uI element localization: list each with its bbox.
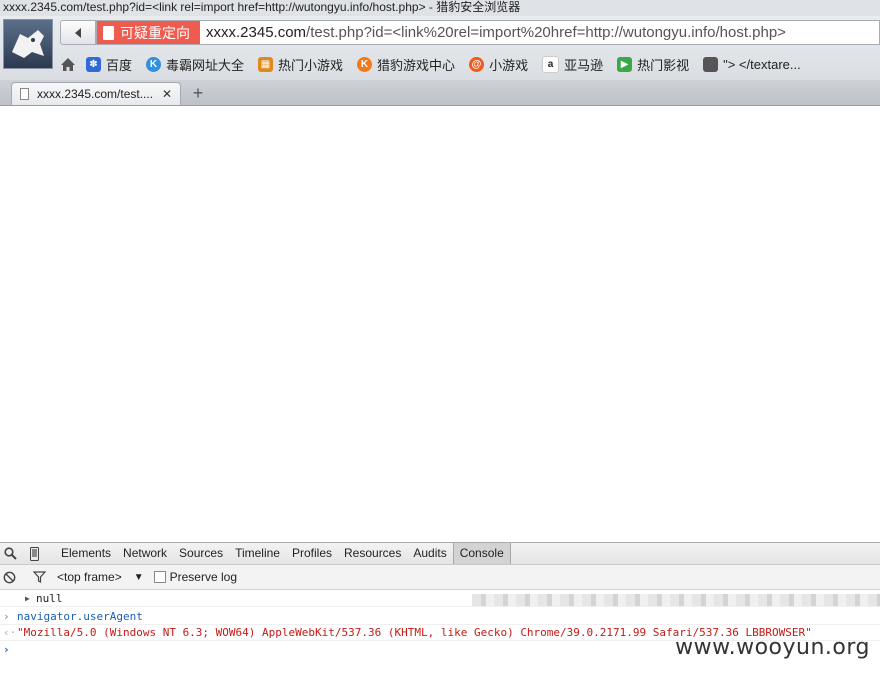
preserve-log-checkbox[interactable] [153, 571, 166, 583]
page-content [0, 106, 880, 542]
bookmark-item[interactable]: @ 小游戏 [469, 55, 528, 74]
bookmark-item[interactable]: ✽ 百度 [86, 55, 132, 74]
tab-console[interactable]: Console [452, 543, 511, 564]
warning-label: 可疑重定向 [120, 24, 190, 41]
tab-audits[interactable]: Audits [407, 543, 452, 564]
back-arrow-icon [75, 27, 81, 38]
bookmark-folder[interactable]: "> </textare... [703, 56, 801, 72]
cheetah-logo-icon [12, 30, 44, 58]
home-icon [61, 57, 75, 71]
tab-profiles[interactable]: Profiles [286, 543, 338, 564]
prompt-chevron-icon: › [3, 610, 10, 623]
home-button[interactable] [60, 57, 76, 72]
watermark: www.wooyun.org [675, 635, 870, 660]
clear-console-icon[interactable] [1, 571, 17, 584]
url-host: xxxx.2345.com [206, 24, 307, 41]
console-filter-bar: <top frame> ▼ Preserve log [0, 565, 880, 590]
tab-timeline[interactable]: Timeline [229, 543, 286, 564]
expand-triangle-icon[interactable]: ▶ [25, 591, 30, 607]
browser-logo[interactable] [3, 19, 53, 69]
device-mode-icon[interactable] [25, 546, 43, 561]
frame-select[interactable]: <top frame> [57, 570, 122, 584]
preserve-log-label: Preserve log [169, 570, 237, 584]
bookmark-item[interactable]: a 亚马逊 [542, 55, 603, 74]
bookmark-item[interactable]: K 猎豹游戏中心 [357, 55, 455, 74]
filter-icon[interactable] [31, 571, 47, 583]
k-circle-icon: K [146, 56, 162, 72]
prompt-chevron-icon: › [3, 643, 10, 656]
tab-title: xxxx.2345.com/test.... [37, 87, 154, 101]
page-icon [20, 88, 29, 100]
inspect-search-icon[interactable] [1, 547, 19, 560]
tab-resources[interactable]: Resources [338, 543, 407, 564]
close-tab-icon[interactable]: ✕ [162, 87, 172, 101]
result-arrow-icon: ‹· [3, 626, 17, 639]
k-orange-icon: K [357, 56, 373, 72]
swirl-game-icon: @ [469, 56, 485, 72]
window-title: xxxx.2345.com/test.php?id=<link rel=impo… [0, 0, 880, 16]
baidu-paw-icon: ✽ [86, 56, 101, 72]
tab-network[interactable]: Network [117, 543, 173, 564]
devtools-toolbar: Elements Network Sources Timeline Profil… [0, 542, 880, 565]
tab-strip: xxxx.2345.com/test.... ✕ + [0, 80, 880, 106]
amazon-icon: a [542, 55, 560, 73]
tab-elements[interactable]: Elements [55, 543, 117, 564]
back-button[interactable] [60, 20, 96, 45]
frame-dropdown-icon[interactable]: ▼ [134, 572, 144, 583]
bookmark-item[interactable]: ▶ 热门影视 [617, 55, 689, 74]
bookmark-item[interactable]: ▦ 热门小游戏 [258, 55, 343, 74]
game-box-icon: ▦ [258, 56, 274, 72]
console-input-line: › navigator.userAgent [0, 609, 880, 625]
bookmarks-bar: ✽ 百度 K 毒霸网址大全 ▦ 热门小游戏 K 猎豹游戏中心 @ 小游戏 a 亚马逊 ▶ 热门… [60, 53, 815, 75]
new-tab-button[interactable]: + [188, 83, 208, 103]
address-bar[interactable]: 可疑重定向 xxxx.2345.com/test.php?id=<link%20… [96, 20, 880, 45]
bookmark-item[interactable]: K 毒霸网址大全 [146, 55, 244, 74]
tab-active[interactable]: xxxx.2345.com/test.... ✕ [11, 82, 181, 105]
play-video-icon: ▶ [617, 56, 633, 72]
tab-sources[interactable]: Sources [173, 543, 229, 564]
url-text[interactable]: xxxx.2345.com/test.php?id=<link%20rel=im… [200, 24, 786, 41]
page-icon [103, 25, 114, 40]
folder-icon [703, 56, 719, 72]
suspicious-redirect-warning[interactable]: 可疑重定向 [97, 21, 200, 44]
redacted-region [472, 594, 880, 606]
url-path: /test.php?id=<link%20rel=import%20href=h… [306, 24, 786, 41]
